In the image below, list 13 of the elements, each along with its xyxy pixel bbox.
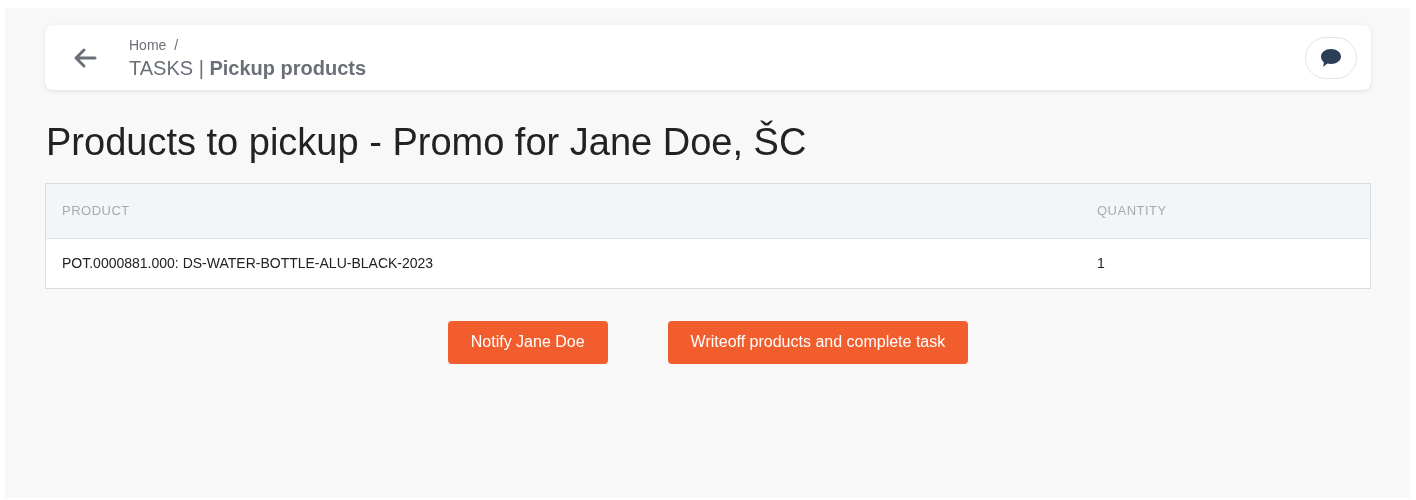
notify-button[interactable]: Notify Jane Doe: [447, 320, 608, 364]
page-title: TASKS | Pickup products: [129, 56, 368, 80]
back-arrow-icon[interactable]: [73, 46, 97, 69]
table-cell-text: 1: [1097, 253, 1106, 273]
column-header: PRODUCT: [61, 201, 131, 220]
table-cell-text: POT.0000881.000: DS-WATER-BOTTLE-ALU-BLACK-2023: [61, 253, 435, 273]
breadcrumb-separator: /: [174, 36, 179, 55]
page-heading: Products to pickup - Promo for Jane Doe, ŠC: [46, 120, 808, 165]
chat-button[interactable]: [1305, 36, 1357, 79]
column-header: QUANTITY: [1097, 201, 1168, 220]
breadcrumb-link[interactable]: Home: [129, 35, 167, 56]
speech-bubble-icon: [1320, 47, 1342, 68]
complete-task-button[interactable]: Writeoff products and complete task: [667, 320, 969, 364]
